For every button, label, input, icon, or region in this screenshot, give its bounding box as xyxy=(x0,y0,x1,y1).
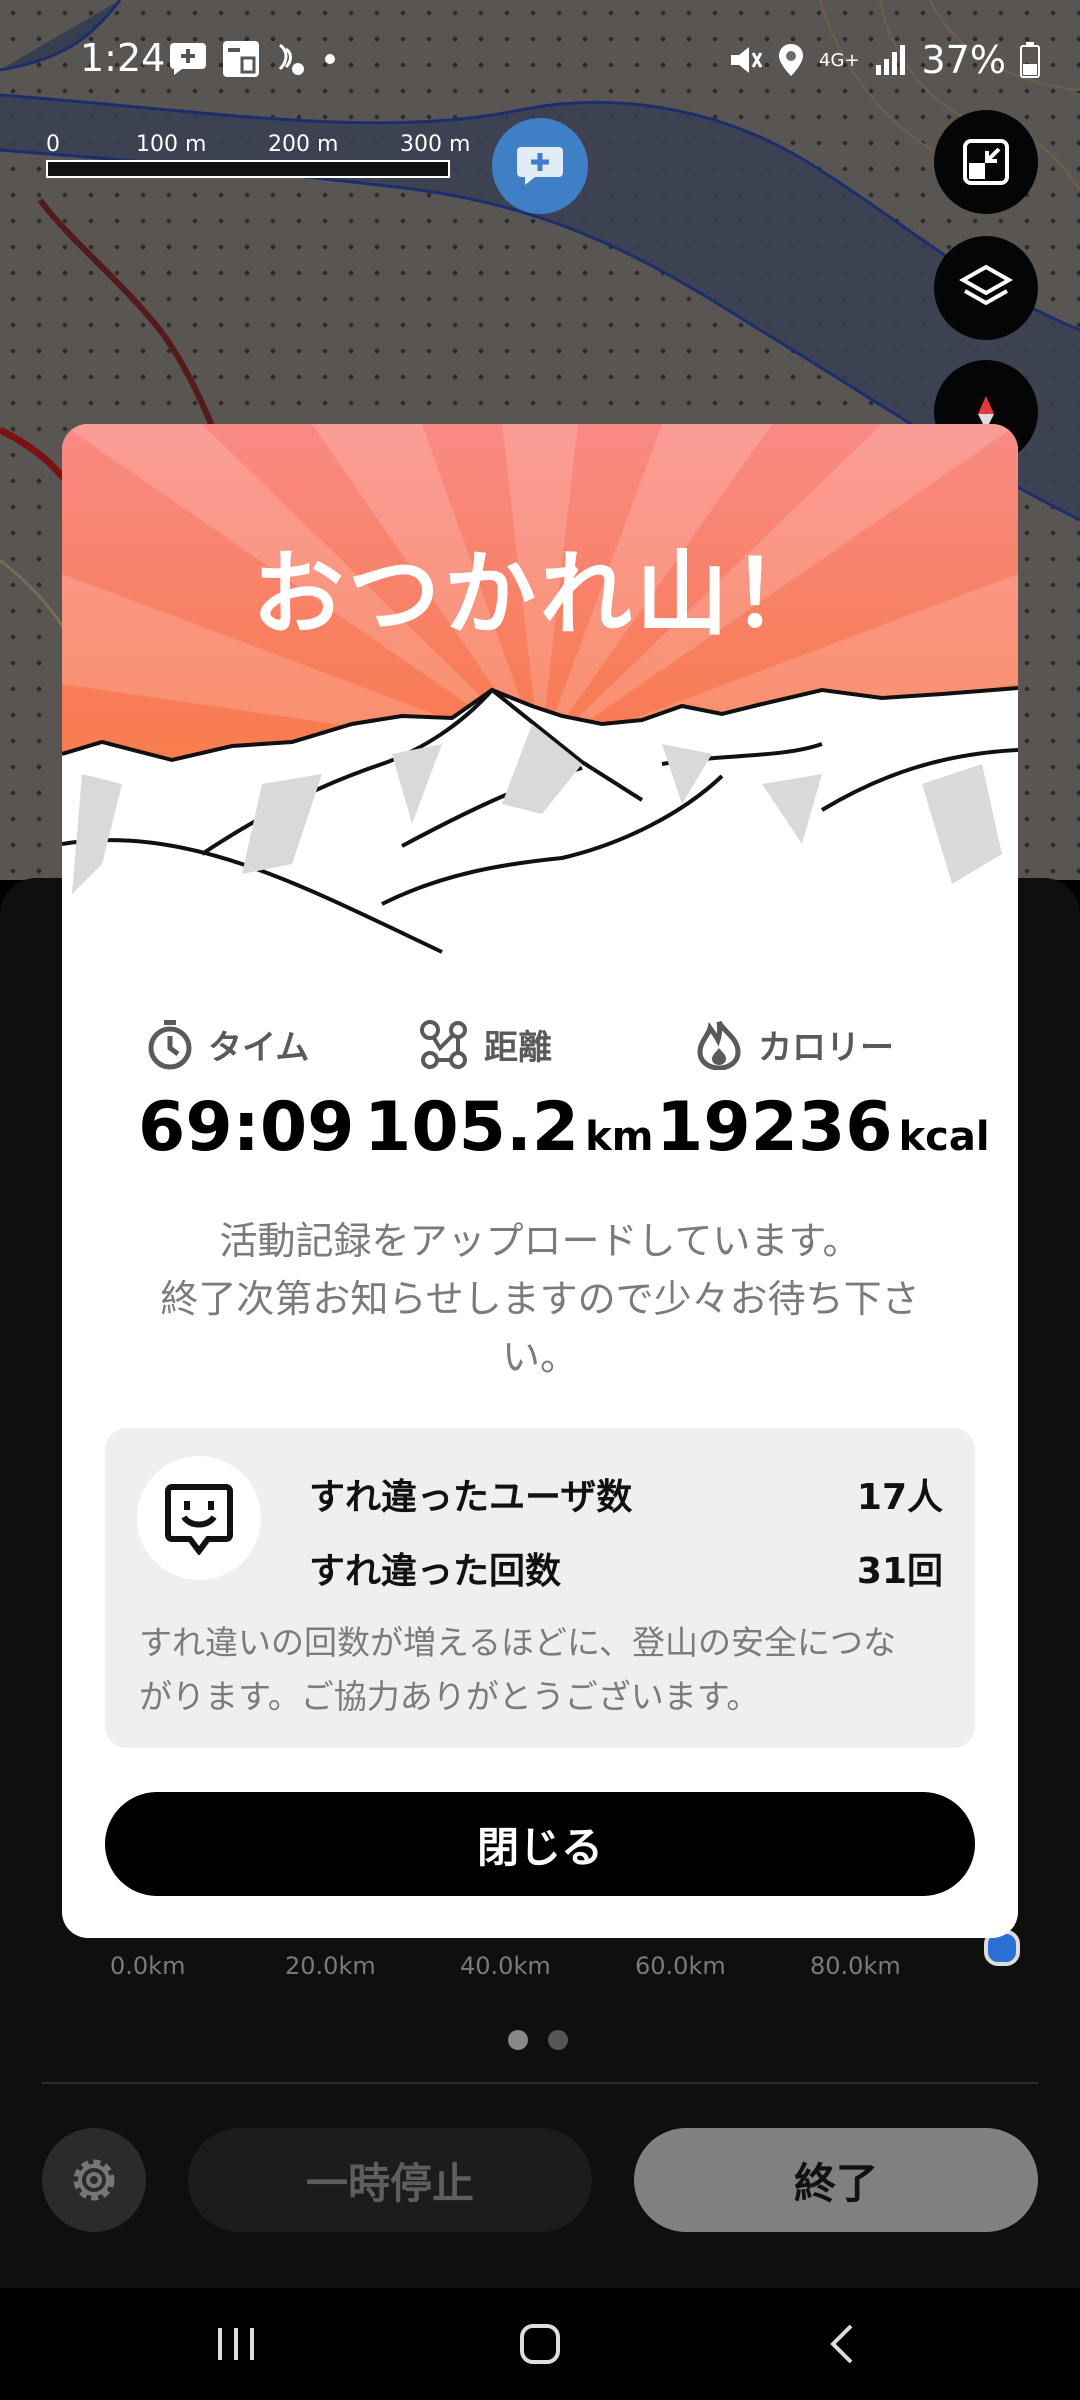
edon-app-icon xyxy=(223,41,259,77)
more-notifications-dot xyxy=(325,54,335,64)
stopwatch-icon xyxy=(148,1020,192,1070)
map-scale-bar: 0 100 m 200 m 300 m xyxy=(46,132,476,182)
home-button[interactable] xyxy=(510,2314,570,2374)
calorie-unit: kcal xyxy=(898,1114,990,1160)
home-icon xyxy=(520,2324,560,2364)
encounter-note-line: がります。ご協力ありがとうございます。 xyxy=(139,1677,760,1716)
signal-icon xyxy=(875,45,905,75)
encounter-users-value: 17人 xyxy=(856,1477,943,1518)
time-label: タイム xyxy=(208,1027,310,1068)
add-post-button[interactable] xyxy=(492,118,588,214)
scale-label: 200 m xyxy=(268,132,339,157)
encounter-users-label: すれ違ったユーザ数 xyxy=(309,1477,633,1518)
battery-percent: 37% xyxy=(921,38,1006,82)
time-number: 69:09 xyxy=(138,1088,355,1167)
encounter-note-line: すれ違いの回数が増えるほどに、登山の安全につな xyxy=(139,1623,897,1662)
mute-icon xyxy=(731,47,763,73)
axis-label: 20.0km xyxy=(285,1952,376,1980)
upload-message-line: 活動記録をアップロードしています。 xyxy=(219,1219,861,1263)
scale-label: 100 m xyxy=(136,132,207,157)
chat-notification-icon xyxy=(170,43,206,75)
nfc-on-icon xyxy=(278,43,304,75)
axis-label: 40.0km xyxy=(460,1952,551,1980)
time-stat-header: タイム xyxy=(146,1018,309,1070)
axis-label: 80.0km xyxy=(810,1952,901,1980)
distance-axis: 0.0km 20.0km 40.0km 60.0km 80.0km xyxy=(110,1952,1010,1980)
chat-plus-icon xyxy=(517,147,563,185)
route-icon xyxy=(420,1020,467,1069)
fit-route-button[interactable] xyxy=(934,110,1038,214)
battery-icon xyxy=(1020,42,1040,78)
activity-complete-dialog: おつかれ山！ タイム 距離 カロリー 69:09 105.2 km 19236 … xyxy=(62,424,1018,1938)
upload-message-line: い。 xyxy=(501,1335,578,1379)
location-icon xyxy=(779,44,804,76)
network-type: 4G+ xyxy=(819,49,860,71)
navigation-bar xyxy=(0,2288,1080,2400)
encounter-summary-card: すれ違ったユーザ数 17人 すれ違った回数 31回 すれ違いの回数が増えるほどに… xyxy=(105,1428,975,1748)
flame-icon xyxy=(697,1020,741,1070)
page-dot xyxy=(548,2030,568,2050)
distance-value: 105.2 km xyxy=(364,1088,653,1167)
upload-message: 活動記録をアップロードしています。 終了次第お知らせしますので少々お待ち下さ い… xyxy=(122,1212,958,1386)
page-dot-active xyxy=(508,2030,528,2050)
dialog-title: おつかれ山！ xyxy=(251,541,828,648)
status-time: 1:24 xyxy=(80,36,166,80)
minimize-icon xyxy=(963,139,1009,185)
scale-label: 300 m xyxy=(400,132,471,157)
close-button[interactable]: 閉じる xyxy=(105,1792,975,1896)
recent-apps-button[interactable] xyxy=(206,2314,266,2374)
encounter-note: すれ違いの回数が増えるほどに、登山の安全につな がります。ご協力ありがとうござい… xyxy=(139,1616,949,1724)
status-bar: 1:24 4G+ 37% xyxy=(0,0,1080,120)
encounter-avatar xyxy=(137,1456,261,1580)
distance-unit: km xyxy=(585,1114,654,1160)
encounter-count-value: 31回 xyxy=(856,1551,943,1592)
back-icon xyxy=(830,2324,853,2364)
recent-apps-icon xyxy=(218,2328,254,2360)
scale-label: 0 xyxy=(46,132,60,157)
upload-message-line: 終了次第お知らせしますので少々お待ち下さ xyxy=(160,1277,920,1321)
axis-label: 0.0km xyxy=(110,1952,186,1980)
encounter-count-label: すれ違った回数 xyxy=(309,1551,562,1592)
layers-icon xyxy=(959,264,1013,306)
smile-face-icon xyxy=(165,1484,233,1555)
calorie-value: 19236 kcal xyxy=(656,1088,990,1167)
axis-label: 60.0km xyxy=(635,1952,726,1980)
calorie-number: 19236 xyxy=(656,1088,893,1167)
settings-button[interactable] xyxy=(42,2128,146,2232)
calorie-stat-header: カロリー xyxy=(694,1018,894,1070)
sheet-divider xyxy=(42,2082,1038,2084)
distance-stat-header: 距離 xyxy=(418,1018,552,1070)
time-value: 69:09 xyxy=(138,1088,354,1167)
back-button[interactable] xyxy=(812,2314,872,2374)
end-button[interactable]: 終了 xyxy=(634,2128,1038,2232)
pause-button[interactable]: 一時停止 xyxy=(188,2128,592,2232)
gear-icon xyxy=(73,2159,115,2201)
mountain-hero-illustration xyxy=(62,424,1018,972)
page-indicator xyxy=(508,2030,568,2050)
layers-button[interactable] xyxy=(934,236,1038,340)
distance-label: 距離 xyxy=(484,1027,552,1068)
distance-number: 105.2 xyxy=(364,1088,580,1167)
calorie-label: カロリー xyxy=(758,1027,894,1068)
scale-bar-graphic xyxy=(46,160,450,178)
